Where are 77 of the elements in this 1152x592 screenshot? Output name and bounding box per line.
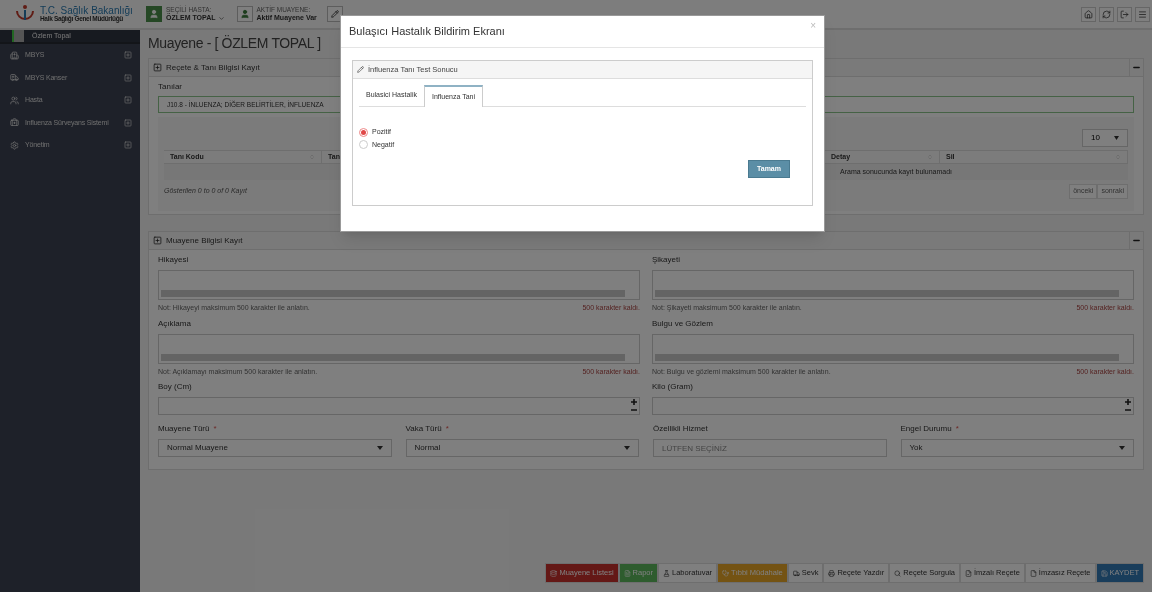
menu-item-icon <box>10 50 19 60</box>
button-icon <box>894 569 902 577</box>
spinner-icon[interactable] <box>1124 399 1132 413</box>
select-field[interactable]: Normal <box>405 439 639 457</box>
logout-button[interactable] <box>1117 6 1132 22</box>
panel-title: Reçete & Tanı Bilgisi Kayıt <box>166 61 260 74</box>
required-mark: * <box>955 423 959 435</box>
field-label: Açıklama <box>158 317 192 330</box>
menu-item-icon <box>10 95 19 105</box>
plus-square-icon <box>153 236 162 245</box>
text-area[interactable] <box>158 333 640 364</box>
field-label: Boy (Cm) <box>158 381 193 393</box>
radio-button[interactable] <box>359 140 368 150</box>
field-label: Hikayesi <box>158 254 190 266</box>
expand-icon <box>124 73 132 82</box>
input-field[interactable]: LÜTFEN SEÇİNİZ <box>653 439 887 457</box>
plus-square-icon <box>153 63 162 72</box>
patient-avatar-icon <box>146 6 162 22</box>
button-icon <box>828 569 836 577</box>
radio-button[interactable] <box>359 127 368 137</box>
home-icon <box>1084 9 1093 19</box>
edit-icon <box>357 66 364 73</box>
select-field[interactable]: Yok <box>900 439 1134 457</box>
menu-item-icon <box>10 118 19 128</box>
caret-icon <box>376 446 383 450</box>
number-field[interactable] <box>158 397 640 415</box>
exam-status-icon <box>236 6 253 22</box>
field-label: Kilo (Gram) <box>652 381 694 393</box>
field-label: Muayene Türü <box>158 423 210 435</box>
field-label: Engel Durumu <box>900 423 952 435</box>
edit-button[interactable] <box>326 6 343 22</box>
page-title: Muayene - [ ÖZLEM TOPAL ] <box>148 36 322 53</box>
logo-title: T.C. Sağlık Bakanlığı <box>40 5 133 16</box>
menu-icon <box>1138 9 1147 19</box>
button-icon <box>550 569 558 577</box>
button-icon <box>792 569 800 577</box>
panel-title: Muayene Bilgisi Kayıt <box>166 234 243 247</box>
button-icon <box>1029 569 1037 577</box>
number-field[interactable] <box>652 397 1134 415</box>
field-label: Bulgu ve Gözlem <box>652 317 714 330</box>
button-icon <box>623 569 631 577</box>
refresh-icon <box>1102 9 1111 19</box>
required-mark: * <box>213 423 217 435</box>
menu-button[interactable] <box>1135 6 1150 22</box>
caret-icon <box>1119 446 1125 450</box>
button-icon <box>722 569 730 577</box>
expand-icon <box>124 118 132 127</box>
button-icon <box>663 569 671 577</box>
logout-icon <box>1120 9 1129 19</box>
text-area[interactable] <box>652 333 1134 364</box>
button-icon <box>1100 569 1108 577</box>
button-icon <box>965 569 972 577</box>
expand-icon <box>124 141 132 150</box>
field-label: Şikayeti <box>652 254 681 266</box>
pencil-icon <box>330 10 339 18</box>
chevron-down-icon <box>217 14 225 22</box>
menu-item-icon <box>10 73 19 83</box>
page-size-select[interactable]: 10 <box>1082 129 1128 147</box>
refresh-button[interactable] <box>1099 6 1114 22</box>
text-area[interactable] <box>158 270 640 300</box>
select-field[interactable]: Normal Muayene <box>158 439 392 457</box>
caret-icon <box>624 446 630 450</box>
caret-icon <box>1114 136 1119 140</box>
collapse-button[interactable] <box>1129 232 1143 249</box>
avatar-placeholder <box>12 30 24 42</box>
modal-title: Bulaşıcı Hastalık Bildirim Ekranı <box>349 24 505 40</box>
field-label: Vaka Türü <box>405 423 442 435</box>
home-button[interactable] <box>1081 6 1096 22</box>
field-label: Tanılar <box>158 81 183 93</box>
expand-icon <box>124 51 132 60</box>
field-label: Özellikli Hizmet <box>653 423 708 435</box>
expand-icon <box>124 96 132 105</box>
text-area[interactable] <box>652 270 1134 300</box>
required-mark: * <box>445 423 449 435</box>
collapse-button[interactable] <box>1129 59 1143 76</box>
spinner-icon[interactable] <box>630 399 638 413</box>
menu-item-icon <box>10 140 19 150</box>
